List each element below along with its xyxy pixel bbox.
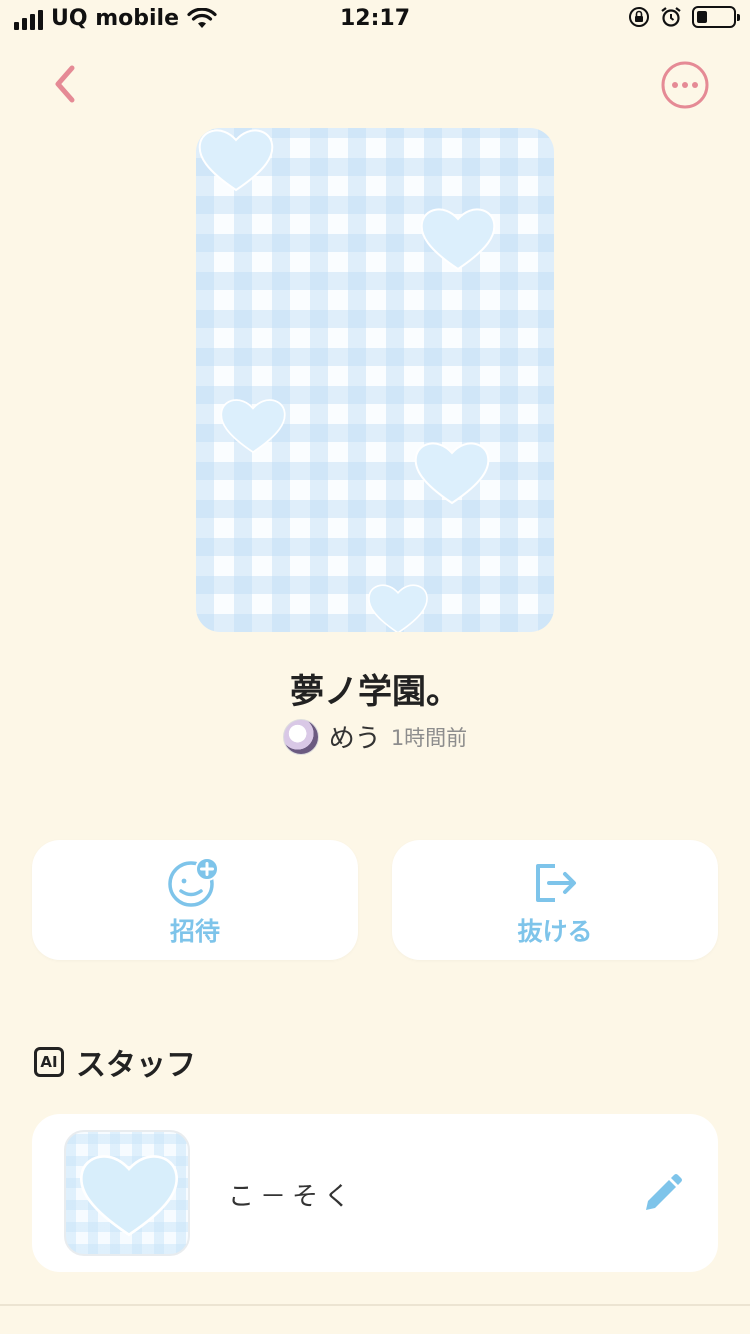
heart-decoration: [198, 129, 274, 192]
staff-section-title: スタッフ: [76, 1048, 196, 1083]
heart-decoration: [368, 584, 428, 632]
more-dots-icon: [661, 61, 709, 109]
invite-user-icon: [168, 857, 219, 907]
ai-badge-icon: AI: [34, 1047, 64, 1077]
more-options-button[interactable]: [660, 60, 710, 110]
alarm-icon: [661, 7, 681, 27]
heart-decoration: [220, 399, 286, 454]
heart-decoration: [79, 1155, 179, 1237]
pencil-icon: [646, 1174, 682, 1210]
bottom-divider: [0, 1304, 750, 1306]
edit-staff-button[interactable]: [638, 1170, 686, 1218]
status-bar: UQ mobile 12:17: [0, 0, 750, 40]
status-right: [628, 6, 740, 28]
chevron-left-icon: [55, 65, 75, 103]
room-title: 夢ノ学園。: [290, 672, 460, 712]
invite-button[interactable]: 招待: [32, 840, 358, 960]
battery-icon: [692, 6, 740, 28]
staff-list-item[interactable]: こ－そく: [32, 1114, 718, 1272]
staff-name: こ－そく: [228, 1182, 357, 1212]
owner-row[interactable]: めう 1時間前: [0, 718, 750, 755]
heart-decoration: [414, 442, 490, 505]
posted-time: 1時間前: [390, 725, 468, 750]
staff-thumbnail: [64, 1130, 190, 1256]
owner-avatar[interactable]: [282, 718, 319, 755]
owner-name[interactable]: めう: [329, 718, 381, 755]
leave-button[interactable]: 抜ける: [392, 840, 718, 960]
heart-decoration: [420, 208, 496, 271]
rotation-lock-icon: [629, 7, 649, 27]
invite-label: 招待: [169, 917, 220, 946]
room-cover-image: [196, 128, 554, 632]
leave-icon: [536, 864, 576, 902]
leave-label: 抜ける: [517, 917, 593, 946]
staff-section-header: AI スタッフ: [34, 1040, 196, 1084]
back-button[interactable]: [46, 62, 86, 106]
